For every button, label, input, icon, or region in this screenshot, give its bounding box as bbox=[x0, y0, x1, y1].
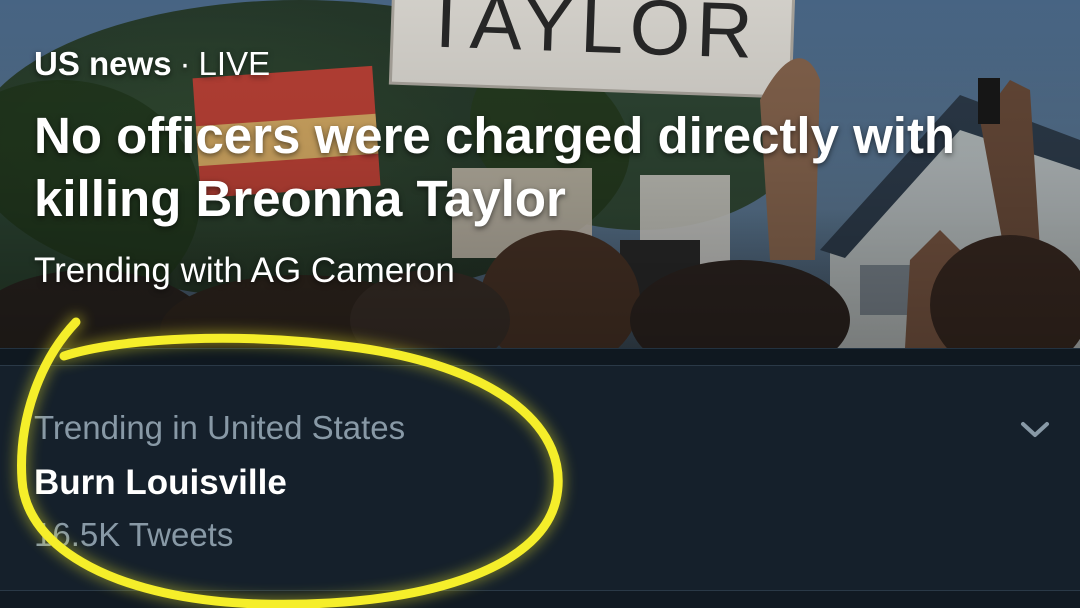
news-subtitle: Trending with AG Cameron bbox=[34, 251, 455, 290]
trend-context-label: Trending in United States bbox=[34, 409, 406, 446]
news-headline[interactable]: No officers were charged directly with k… bbox=[34, 104, 994, 230]
news-hero-card[interactable]: TAYLOR US n bbox=[0, 0, 1080, 348]
list-separator bbox=[0, 590, 1080, 608]
hero-text-block: US news · LIVE No officers were charged di… bbox=[34, 44, 1034, 292]
trend-name[interactable]: Burn Louisville bbox=[34, 462, 287, 504]
trend-item[interactable]: Trending in United States Burn Louisvill… bbox=[0, 366, 1080, 590]
hero-meta-line: US news · LIVE bbox=[34, 44, 1034, 84]
live-status: LIVE bbox=[198, 45, 271, 82]
news-category: US news bbox=[34, 45, 172, 82]
chevron-down-icon[interactable] bbox=[1012, 406, 1058, 452]
app-screen: TAYLOR US n bbox=[0, 0, 1080, 608]
meta-separator: · bbox=[179, 45, 191, 82]
trend-tweet-count: 16.5K Tweets bbox=[34, 516, 234, 553]
section-divider bbox=[0, 348, 1080, 366]
